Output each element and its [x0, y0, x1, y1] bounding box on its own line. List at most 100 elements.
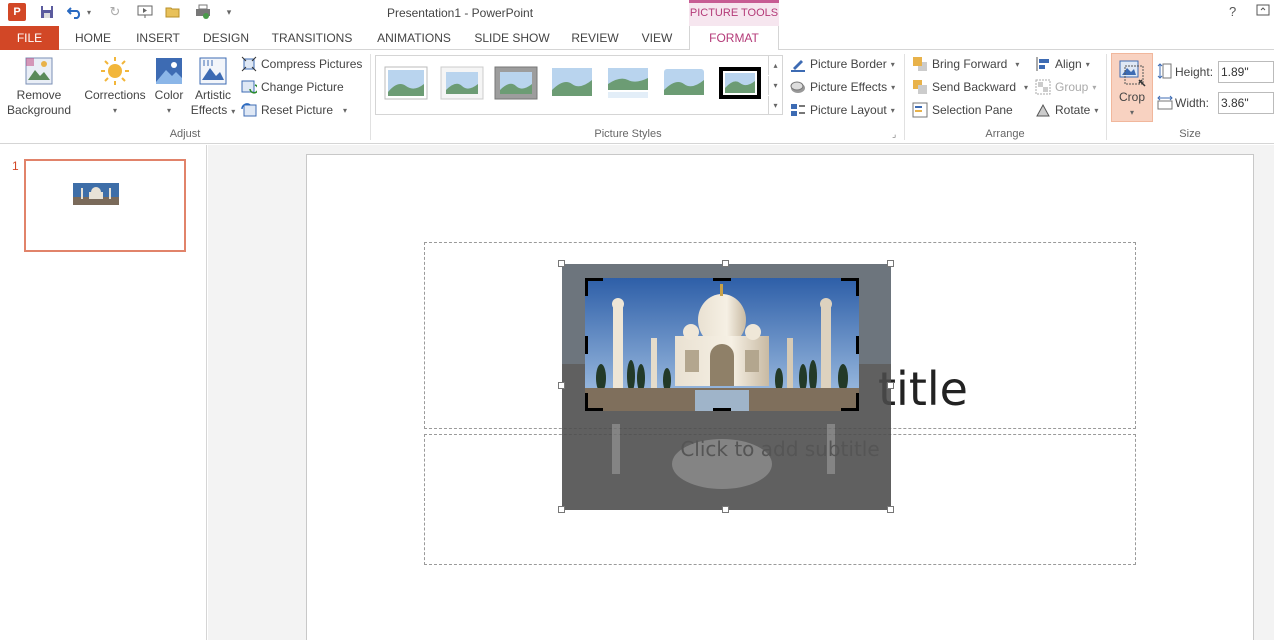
resize-handle-bottom-left[interactable] — [558, 506, 565, 513]
reset-picture-button[interactable]: Reset Picture ▾ — [241, 100, 347, 120]
reset-picture-dropdown-icon[interactable]: ▾ — [343, 106, 347, 115]
crop-handle-bottom-right-v[interactable] — [856, 393, 859, 411]
title-text[interactable]: title — [878, 362, 968, 416]
picture-layout-icon — [790, 102, 806, 118]
resize-handle-top[interactable] — [722, 260, 729, 267]
width-input[interactable]: 3.86" — [1218, 92, 1274, 114]
crop-handle-bottom-left-v[interactable] — [585, 393, 588, 411]
artistic-label-1: Artistic — [195, 88, 231, 102]
tab-home[interactable]: HOME — [63, 26, 123, 50]
picture-style-rounded[interactable] — [662, 66, 706, 100]
ribbon-display-options-icon[interactable] — [1256, 4, 1270, 19]
resize-handle-bottom-right[interactable] — [887, 506, 894, 513]
crop-handle-left[interactable] — [585, 336, 588, 354]
corrections-dropdown-icon: ▾ — [112, 106, 117, 115]
picture-layout-button[interactable]: Picture Layout ▾ — [790, 100, 895, 120]
picture-border-button[interactable]: Picture Border ▾ — [790, 54, 895, 74]
picture-style-metal[interactable] — [494, 66, 538, 100]
tab-insert[interactable]: INSERT — [128, 26, 188, 50]
resize-handle-top-right[interactable] — [887, 260, 894, 267]
crop-button[interactable]: Crop ▾ — [1111, 53, 1153, 122]
artistic-effects-button[interactable]: Artistic Effects ▾ — [190, 52, 236, 119]
tab-design[interactable]: DESIGN — [196, 26, 256, 50]
change-picture-button[interactable]: Change Picture — [241, 77, 344, 97]
align-icon — [1035, 56, 1051, 72]
tab-review[interactable]: REVIEW — [566, 26, 624, 50]
crop-dropdown-icon: ▾ — [1129, 108, 1134, 117]
group-label: Group — [1055, 80, 1089, 94]
resize-handle-right[interactable] — [887, 382, 894, 389]
tab-animations[interactable]: ANIMATIONS — [368, 26, 460, 50]
resize-handle-bottom[interactable] — [722, 506, 729, 513]
gallery-more-icon[interactable]: ▾ — [768, 96, 782, 115]
slide-thumbnail-pane: 1 — [0, 145, 207, 640]
picture-styles-group-label: Picture Styles — [594, 128, 662, 140]
tab-format[interactable]: FORMAT — [689, 26, 779, 51]
artistic-label-2: Effects ▾ — [190, 103, 236, 117]
selection-pane-button[interactable]: Selection Pane — [912, 100, 1013, 120]
selection-pane-icon — [912, 102, 928, 118]
crop-handle-top-left-v[interactable] — [585, 278, 588, 296]
crop-handle-top[interactable] — [713, 278, 731, 281]
crop-handle-top-right-v[interactable] — [856, 278, 859, 296]
taj-mahal-picture[interactable] — [585, 278, 859, 411]
tab-transitions[interactable]: TRANSITIONS — [266, 26, 358, 50]
picture-tools-label: PICTURE TOOLS — [689, 0, 779, 26]
send-backward-button[interactable]: Send Backward ▾ — [912, 77, 1028, 97]
picture-style-reflected[interactable] — [606, 66, 650, 100]
shape-width-icon — [1157, 95, 1173, 111]
picture-styles-dialog-launcher-icon[interactable]: ⌟ — [892, 129, 896, 140]
subtitle-text[interactable]: Click to add subtitle — [424, 437, 1136, 461]
remove-background-button[interactable]: Remove Background — [4, 52, 74, 118]
corrections-sun-icon — [100, 56, 130, 86]
reset-picture-label: Reset Picture — [261, 103, 334, 117]
tab-slide-show[interactable]: SLIDE SHOW — [470, 26, 554, 50]
rotate-button[interactable]: Rotate ▾ — [1035, 100, 1098, 120]
bring-forward-button[interactable]: Bring Forward ▾ — [912, 54, 1019, 74]
ribbon-tabs: FILE HOME INSERT DESIGN TRANSITIONS ANIM… — [0, 26, 1274, 51]
picture-effects-icon — [790, 79, 806, 95]
remove-background-label-2: Background — [6, 103, 72, 117]
color-button[interactable]: Color ▾ — [150, 52, 188, 118]
help-icon[interactable]: ? — [1229, 4, 1236, 19]
reset-picture-icon — [241, 102, 257, 118]
slide-number: 1 — [12, 159, 19, 173]
compress-pictures-label: Compress Pictures — [261, 57, 363, 71]
compress-pictures-button[interactable]: Compress Pictures — [241, 54, 362, 74]
picture-border-label: Picture Border — [810, 57, 887, 71]
align-label: Align — [1055, 57, 1082, 71]
picture-style-soft-edge[interactable] — [550, 66, 594, 100]
width-label: Width: — [1175, 96, 1210, 110]
send-backward-label: Send Backward — [932, 80, 1017, 94]
title-bar: P ▾ ↻ ▾ Presentation1 - PowerPoint PICTU… — [0, 0, 1274, 26]
crop-label: Crop — [1118, 90, 1145, 104]
remove-background-label-1: Remove — [16, 88, 62, 102]
arrange-group-label: Arrange — [985, 128, 1025, 140]
tab-file[interactable]: FILE — [0, 26, 59, 50]
crop-handle-bottom[interactable] — [713, 408, 731, 411]
resize-handle-top-left[interactable] — [558, 260, 565, 267]
gallery-scroll-down-icon[interactable]: ▾ — [768, 76, 782, 95]
group-button[interactable]: Group ▾ — [1035, 77, 1096, 97]
corrections-button[interactable]: Corrections ▾ — [80, 52, 150, 118]
tab-view[interactable]: VIEW — [634, 26, 680, 50]
send-backward-icon — [912, 79, 928, 95]
gallery-scroll-up-icon[interactable]: ▴ — [768, 56, 782, 75]
picture-style-black-frame[interactable] — [718, 66, 762, 100]
picture-effects-button[interactable]: Picture Effects ▾ — [790, 77, 895, 97]
color-label: Color — [154, 88, 184, 102]
picture-effects-label: Picture Effects — [810, 80, 888, 94]
crop-icon — [1117, 58, 1147, 88]
change-picture-icon — [241, 79, 259, 95]
picture-styles-gallery: ▴ ▾ ▾ — [375, 55, 783, 115]
height-input[interactable]: 1.89" — [1218, 61, 1274, 83]
bring-forward-icon — [912, 56, 928, 72]
resize-handle-left[interactable] — [558, 382, 565, 389]
align-button[interactable]: Align ▾ — [1035, 54, 1090, 74]
slide-thumbnail-1[interactable] — [24, 159, 186, 252]
rotate-icon — [1035, 102, 1051, 118]
picture-style-beveled[interactable] — [440, 66, 484, 100]
crop-handle-right[interactable] — [856, 336, 859, 354]
color-dropdown-icon: ▾ — [166, 106, 171, 115]
picture-style-simple-frame[interactable] — [384, 66, 428, 100]
